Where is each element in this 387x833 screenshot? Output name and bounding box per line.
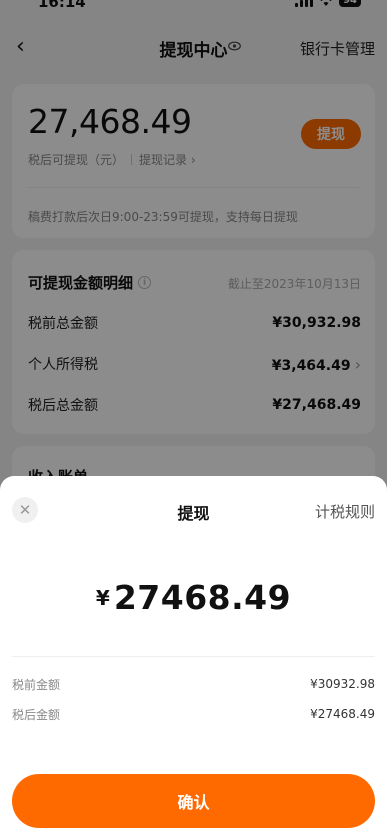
sheet-amount-value: 27468.49 [113,578,292,617]
row-label: 税后金额 [12,707,61,722]
tax-rule-link[interactable]: 计税规则 [315,501,375,522]
sheet-row-pretax: 税前金额 ¥30932.98 [12,675,375,693]
withdraw-sheet: ✕ 提现 计税规则 ¥27468.49 税前金额 ¥30932.98 税后金额 … [0,476,387,833]
divider [12,656,375,657]
row-label: 税前金额 [12,677,61,692]
currency-symbol: ¥ [95,586,110,610]
sheet-amount: ¥27468.49 [0,578,387,617]
row-value: ¥30932.98 [310,677,375,691]
confirm-button[interactable]: 确认 [12,774,375,828]
row-value: ¥27468.49 [310,707,375,721]
sheet-row-aftertax: 税后金额 ¥27468.49 [12,705,375,723]
